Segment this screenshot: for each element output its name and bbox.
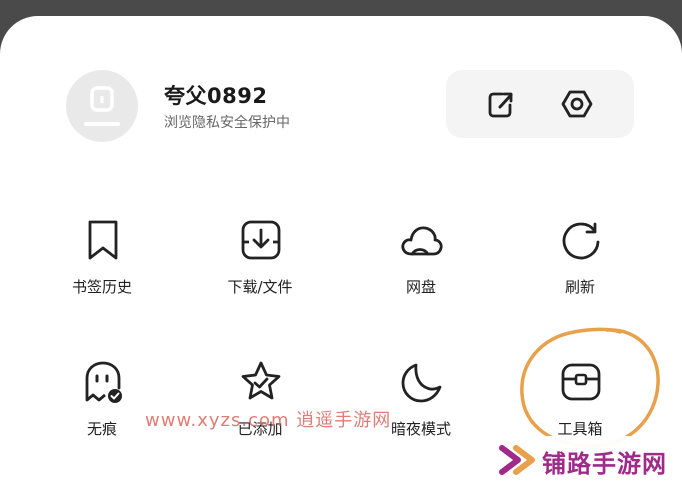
menu-item-bookmarks[interactable]: 书签历史 [42,218,162,318]
avatar[interactable] [66,70,138,142]
moon-icon [401,363,442,403]
refresh-icon [562,222,600,260]
logo-text: 铺路手游网 [542,450,667,478]
menu-item-downloads[interactable]: 下载/文件 [200,218,320,318]
star-check-icon [241,361,281,400]
chevron-logo-icon [499,445,535,475]
bookmark-icon [88,220,118,260]
menu-item-label: 下载/文件 [227,278,293,296]
profile-name[interactable]: 夸父0892 [164,80,267,110]
menu-item-refresh[interactable]: 刷新 [520,218,640,318]
profile-subtitle: 浏览隐私安全保护中 [164,115,290,131]
highlight-circle-annotation [520,327,660,448]
watermark-text: www.xyzs.com 逍遥手游网 [145,410,392,431]
settings-hexagon-icon [561,90,593,118]
settings-button[interactable] [559,86,595,122]
site-logo: 铺路手游网 [482,436,682,484]
share-button[interactable] [482,86,518,122]
user-avatar-icon [84,86,120,126]
menu-item-label: 网盘 [405,278,436,296]
menu-item-label: 刷新 [564,278,595,296]
menu-item-label: 书签历史 [71,278,132,296]
ghost-incognito-icon [85,361,122,403]
menu-item-cloud[interactable]: 网盘 [361,218,481,318]
menu-item-incognito[interactable]: 无痕 [42,360,162,460]
download-icon [241,220,281,260]
cloud-icon [401,226,443,256]
menu-item-label: 无痕 [86,420,117,438]
header-actions [446,70,634,138]
share-out-icon [488,92,513,118]
